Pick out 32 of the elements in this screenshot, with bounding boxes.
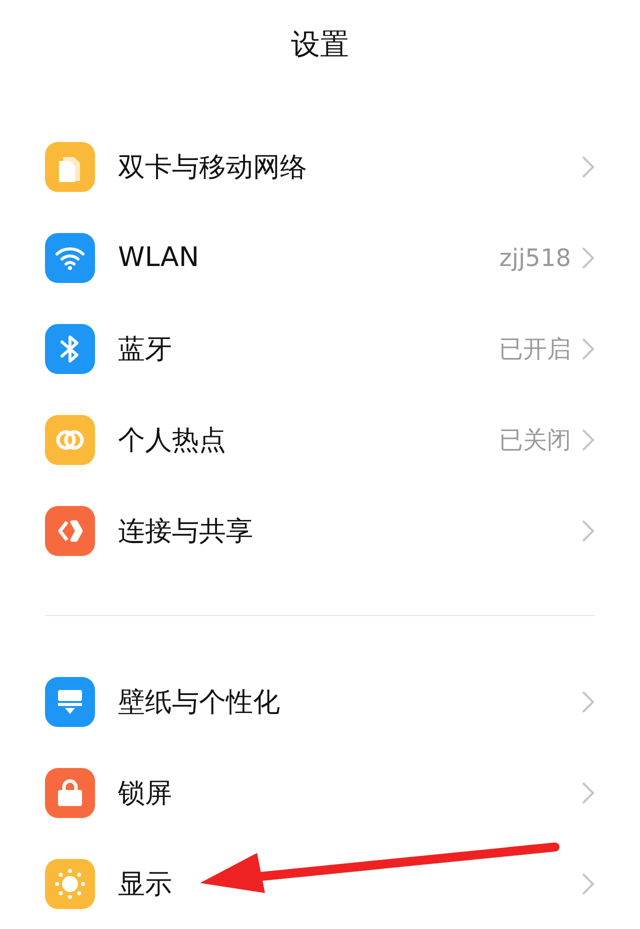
setting-value: zjj518 (499, 244, 571, 272)
chevron-icon (581, 872, 595, 896)
setting-label[interactable]: 双卡与移动网络 (118, 148, 581, 184)
chevron-icon (581, 154, 595, 178)
chevron-icon (581, 780, 595, 804)
lock-icon (56, 778, 84, 808)
sun-icon (54, 868, 86, 900)
setting-label[interactable]: 蓝牙 (118, 330, 499, 366)
setting-label[interactable]: 锁屏 (118, 774, 581, 810)
setting-label[interactable]: 连接与共享 (118, 512, 581, 548)
app-tile[interactable] (45, 324, 95, 374)
setting-label[interactable]: WLAN (118, 242, 500, 273)
page-title: 设置 (291, 26, 349, 63)
chevron-icon (581, 690, 595, 714)
setting-value: 已关闭 (499, 424, 571, 456)
setting-label[interactable]: 个人热点 (118, 422, 499, 458)
wifi-icon (55, 244, 85, 270)
app-tile[interactable] (45, 858, 95, 908)
setting-value: 已开启 (499, 334, 571, 364)
app-tile[interactable] (45, 506, 95, 556)
chevron-icon (581, 336, 595, 360)
chevron-icon (581, 428, 595, 452)
app-tile[interactable] (45, 232, 95, 282)
bluetooth-icon (59, 334, 81, 364)
setting-label[interactable]: 显示 (118, 866, 581, 902)
app-tile[interactable] (45, 676, 95, 726)
chevron-icon (581, 246, 595, 270)
chevron-icon (581, 518, 595, 542)
app-tile[interactable] (45, 414, 95, 464)
app-tile[interactable] (45, 768, 95, 818)
app-tile[interactable] (45, 142, 95, 192)
setting-label[interactable]: 壁纸与个性化 (118, 684, 581, 720)
